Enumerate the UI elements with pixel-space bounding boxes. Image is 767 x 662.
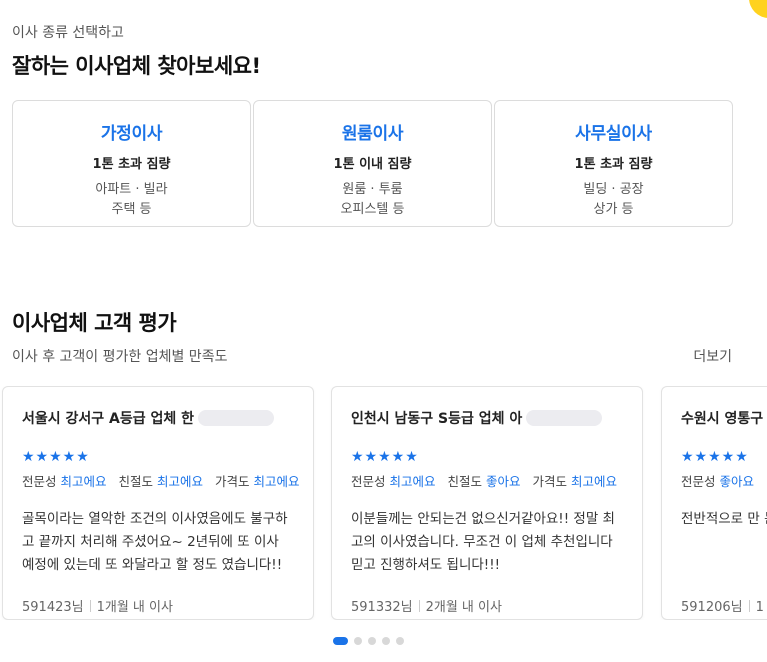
expertise-label: 전문성 — [681, 474, 716, 489]
expertise-value: 좋아요 — [719, 474, 755, 489]
pagination-dot[interactable] — [354, 637, 362, 645]
star-rating: ★★★★★ — [351, 449, 419, 465]
move-type-desc: 원룸 · 투룸 오피스텔 등 — [254, 180, 491, 220]
rating-breakdown: 전문성 좋아요 — [681, 471, 767, 490]
star-rating: ★★★★★ — [681, 449, 749, 465]
move-type-desc-line: 상가 등 — [593, 202, 634, 217]
review-when: 1 — [755, 600, 764, 615]
move-type-desc-line: 주택 등 — [111, 202, 152, 217]
review-user: 591423님 — [22, 600, 84, 615]
kindness-label: 친절도 — [118, 474, 154, 489]
masked-company-name — [198, 410, 275, 426]
move-type-desc: 빌딩 · 공장 상가 등 — [495, 180, 732, 220]
kindness-label: 친절도 — [447, 474, 483, 489]
rating-breakdown: 전문성 최고에요 친절도 좋아요 가격도 최고에요 — [351, 471, 624, 490]
move-type-weight: 1톤 이내 짐량 — [333, 157, 412, 172]
review-card[interactable]: 인천시 남동구 S등급 업체 아 ★★★★★ 전문성 최고에요 친절도 좋아요 … — [331, 386, 643, 620]
review-title: 인천시 남동구 S등급 업체 아 — [351, 409, 624, 427]
pagination-dot[interactable] — [368, 637, 376, 645]
move-type-desc-line: 오피스텔 등 — [340, 202, 405, 217]
footer-divider — [89, 600, 91, 612]
review-when: 1개월 내 이사 — [96, 600, 173, 615]
review-title: 수원시 영통구 — [681, 409, 767, 427]
review-footer: 591332님 2개월 내 이사 — [351, 596, 624, 615]
rating-breakdown: 전문성 최고에요 친절도 최고에요 가격도 최고에요 — [22, 471, 300, 490]
move-type-card-home[interactable]: 가정이사 1톤 초과 짐량 아파트 · 빌라 주택 등 — [12, 100, 251, 227]
review-title-text: 수원시 영통구 — [681, 411, 764, 427]
review-footer: 591423님 1개월 내 이사 — [22, 596, 295, 615]
reviews-section-title: 이사업체 고객 평가 — [12, 311, 177, 335]
price-value: 최고에요 — [571, 474, 618, 489]
move-type-desc-line: 원룸 · 투룸 — [342, 182, 403, 197]
review-body: 골목이라는 열악한 조건의 이사였음에도 불구하고 끝까지 처리해 주셨어요~ … — [22, 511, 288, 573]
kindness-value: 좋아요 — [486, 474, 521, 489]
price-label: 가격도 — [215, 474, 250, 489]
move-type-weight: 1톤 초과 짐량 — [574, 157, 653, 172]
carousel-pagination — [333, 637, 410, 645]
review-when: 2개월 내 이사 — [425, 600, 502, 615]
move-type-list: 가정이사 1톤 초과 짐량 아파트 · 빌라 주택 등 원룸이사 1톤 이내 짐… — [12, 100, 735, 227]
move-type-card-oneroom[interactable]: 원룸이사 1톤 이내 짐량 원룸 · 투룸 오피스텔 등 — [253, 100, 492, 227]
move-type-desc: 아파트 · 빌라 주택 등 — [13, 180, 250, 220]
review-footer: 591206님 1 — [681, 596, 767, 615]
review-card[interactable]: 서울시 강서구 A등급 업체 한 ★★★★★ 전문성 최고에요 친절도 최고에요… — [2, 386, 314, 620]
move-type-desc-line: 빌딩 · 공장 — [583, 182, 644, 197]
footer-divider — [418, 600, 420, 612]
review-title-text: 인천시 남동구 S등급 업체 아 — [351, 411, 523, 427]
review-card[interactable]: 수원시 영통구 ★★★★★ 전문성 좋아요 전반적으로 만 는데 잘 보내 부엌… — [661, 386, 767, 620]
move-type-name: 가정이사 — [100, 124, 163, 144]
corner-decoration — [749, 0, 767, 18]
review-title-text: 서울시 강서구 A등급 업체 한 — [22, 411, 195, 427]
expertise-value: 최고에요 — [389, 474, 436, 489]
review-title: 서울시 강서구 A등급 업체 한 — [22, 409, 295, 427]
move-type-weight: 1톤 초과 짐량 — [92, 157, 171, 172]
review-user: 591206님 — [681, 600, 743, 615]
review-body: 전반적으로 만 는데 잘 보내 부엌 담당해 주 — [681, 511, 767, 527]
reviews-section-subtitle: 이사 후 고객이 평가한 업체별 만족도 — [12, 349, 228, 365]
kindness-value: 최고에요 — [157, 474, 204, 489]
price-value: 최고에요 — [253, 474, 300, 489]
masked-company-name — [526, 410, 603, 426]
hero-subtitle: 이사 종류 선택하고 — [12, 25, 124, 41]
move-type-name: 원룸이사 — [341, 124, 404, 144]
expertise-label: 전문성 — [351, 474, 386, 489]
review-carousel[interactable]: 서울시 강서구 A등급 업체 한 ★★★★★ 전문성 최고에요 친절도 최고에요… — [0, 386, 767, 620]
price-label: 가격도 — [532, 474, 568, 489]
pagination-dot-active[interactable] — [333, 637, 348, 645]
review-user: 591332님 — [351, 600, 413, 615]
expertise-label: 전문성 — [22, 474, 57, 489]
pagination-dot[interactable] — [396, 637, 404, 645]
expertise-value: 최고에요 — [60, 474, 107, 489]
move-type-card-office[interactable]: 사무실이사 1톤 초과 짐량 빌딩 · 공장 상가 등 — [494, 100, 733, 227]
hero-title: 잘하는 이사업체 찾아보세요! — [12, 54, 261, 78]
footer-divider — [748, 600, 750, 612]
review-body: 이분들께는 안되는건 없으신거같아요!! 정말 최고의 이사였습니다. 무조건 … — [351, 511, 615, 573]
move-type-name: 사무실이사 — [575, 124, 652, 144]
pagination-dot[interactable] — [382, 637, 390, 645]
star-rating: ★★★★★ — [22, 449, 90, 465]
move-type-desc-line: 아파트 · 빌라 — [95, 182, 168, 197]
more-link[interactable]: 더보기 — [693, 346, 732, 366]
